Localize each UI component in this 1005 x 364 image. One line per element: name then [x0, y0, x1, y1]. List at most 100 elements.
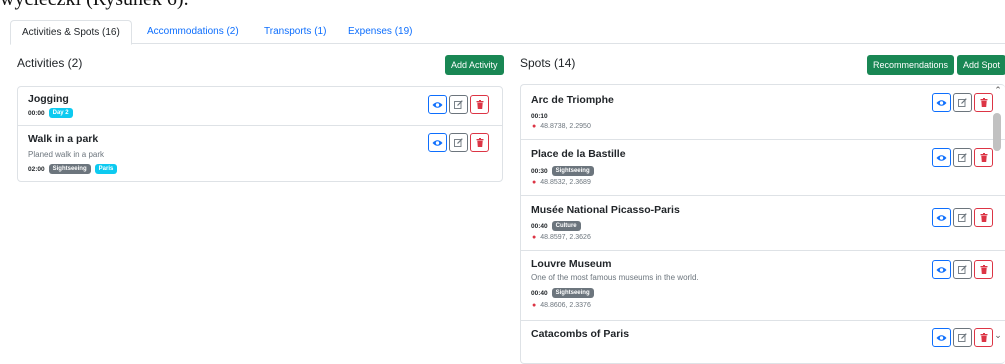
delete-button[interactable]: [974, 148, 993, 167]
tab-accommodations[interactable]: Accommodations (2): [136, 20, 250, 45]
activity-item: Walk in a park Planed walk in a park 02:…: [18, 126, 502, 181]
spot-actions: [932, 328, 993, 347]
spot-coordinates: ● 48.8597, 2.3626: [532, 234, 591, 241]
spot-item: Arc de Triomphe 00:10 ● 48.8738, 2.2950: [521, 85, 1005, 140]
spot-actions: [932, 208, 993, 227]
category-badge: Sightseeing: [551, 166, 594, 176]
spots-list: Arc de Triomphe 00:10 ● 48.8738, 2.2950 …: [520, 84, 1005, 364]
eye-icon: [936, 214, 947, 222]
map-pin-icon: ●: [532, 302, 537, 309]
activity-description: Planed walk in a park: [28, 150, 105, 159]
activity-name: Walk in a park: [28, 133, 99, 145]
edit-icon: [958, 98, 967, 107]
view-button[interactable]: [932, 93, 951, 112]
delete-button[interactable]: [974, 93, 993, 112]
spot-coords-text: 48.8532, 2.3689: [540, 179, 591, 186]
edit-button[interactable]: [953, 93, 972, 112]
spot-coords-text: 48.8597, 2.3626: [540, 234, 591, 241]
spot-meta: 00:10: [531, 111, 548, 121]
spots-scrollbar-thumb[interactable]: [993, 113, 1001, 151]
spot-coordinates: ● 48.8738, 2.2950: [532, 123, 591, 130]
delete-button[interactable]: [470, 95, 489, 114]
spot-coords-text: 48.8738, 2.2950: [540, 123, 591, 130]
trash-icon: [476, 138, 484, 147]
spot-item: Louvre Museum One of the most famous mus…: [521, 251, 1005, 321]
tab-transports[interactable]: Transports (1): [253, 20, 337, 45]
activity-meta: 00:00 Day 2: [28, 108, 73, 118]
spot-name: Arc de Triomphe: [531, 94, 614, 106]
spot-meta: 00:40 Culture: [531, 221, 581, 231]
view-button[interactable]: [932, 328, 951, 347]
spot-time: 00:30: [531, 167, 548, 175]
trash-icon: [476, 100, 484, 109]
edit-icon: [454, 138, 463, 147]
day-badge: Day 2: [48, 108, 73, 118]
eye-icon: [936, 334, 947, 342]
delete-button[interactable]: [470, 133, 489, 152]
recommendations-button[interactable]: Recommendations: [867, 55, 955, 75]
activity-time: 02:00: [28, 165, 45, 173]
spot-name: Catacombs of Paris: [531, 328, 630, 340]
spot-time: 00:40: [531, 222, 548, 230]
view-button[interactable]: [932, 148, 951, 167]
category-badge: Culture: [551, 221, 581, 231]
activity-name: Jogging: [28, 93, 69, 105]
view-button[interactable]: [932, 260, 951, 279]
spot-name: Place de la Bastille: [531, 148, 626, 160]
view-button[interactable]: [428, 133, 447, 152]
spot-meta: 00:40 Sightseeing: [531, 288, 594, 298]
eye-icon: [432, 101, 443, 109]
eye-icon: [432, 139, 443, 147]
delete-button[interactable]: [974, 260, 993, 279]
edit-icon: [958, 213, 967, 222]
trash-icon: [980, 153, 988, 162]
edit-button[interactable]: [953, 328, 972, 347]
spot-actions: [932, 148, 993, 167]
spots-title: Spots (14): [520, 56, 576, 70]
spot-description: One of the most famous museums in the wo…: [531, 273, 699, 282]
edit-button[interactable]: [953, 260, 972, 279]
edit-button[interactable]: [449, 95, 468, 114]
spot-item: Catacombs of Paris: [521, 321, 1005, 363]
spot-coordinates: ● 48.8532, 2.3689: [532, 179, 591, 186]
activity-actions: [428, 133, 489, 152]
view-button[interactable]: [428, 95, 447, 114]
edit-icon: [958, 153, 967, 162]
activities-list: Jogging 00:00 Day 2 Walk in a park Plane…: [17, 86, 503, 182]
edit-button[interactable]: [953, 148, 972, 167]
city-badge: Paris: [94, 164, 118, 174]
map-pin-icon: ●: [532, 234, 537, 241]
category-badge: Sightseeing: [551, 288, 594, 298]
delete-button[interactable]: [974, 328, 993, 347]
spot-meta: 00:30 Sightseeing: [531, 166, 594, 176]
tab-bar: Activities & Spots (16) Accommodations (…: [10, 18, 1005, 45]
spot-coords-text: 48.8606, 2.3376: [540, 302, 591, 309]
spot-item: Musée National Picasso-Paris 00:40 Cultu…: [521, 196, 1005, 251]
activity-meta: 02:00 Sightseeing Paris: [28, 164, 118, 174]
add-spot-button[interactable]: Add Spot: [957, 55, 1005, 75]
document-caption: wycieczki (Rysunek 6).: [0, 0, 189, 11]
scroll-up-arrow[interactable]: ⌃: [993, 85, 1003, 96]
spot-name: Musée National Picasso-Paris: [531, 204, 680, 216]
spot-coordinates: ● 48.8606, 2.3376: [532, 302, 591, 309]
spot-time: 00:10: [531, 112, 548, 120]
scroll-down-arrow[interactable]: ⌄: [993, 330, 1003, 341]
activities-title: Activities (2): [17, 56, 83, 70]
tab-activities-spots[interactable]: Activities & Spots (16): [10, 20, 132, 45]
category-badge: Sightseeing: [48, 164, 91, 174]
view-button[interactable]: [932, 208, 951, 227]
map-pin-icon: ●: [532, 123, 537, 130]
spot-time: 00:40: [531, 289, 548, 297]
add-activity-button[interactable]: Add Activity: [445, 55, 504, 75]
trash-icon: [980, 213, 988, 222]
tab-expenses[interactable]: Expenses (19): [337, 20, 423, 45]
edit-icon: [454, 100, 463, 109]
edit-button[interactable]: [449, 133, 468, 152]
edit-button[interactable]: [953, 208, 972, 227]
eye-icon: [936, 154, 947, 162]
activity-time: 00:00: [28, 109, 45, 117]
spot-item: Place de la Bastille 00:30 Sightseeing ●…: [521, 140, 1005, 196]
trash-icon: [980, 98, 988, 107]
delete-button[interactable]: [974, 208, 993, 227]
edit-icon: [958, 265, 967, 274]
